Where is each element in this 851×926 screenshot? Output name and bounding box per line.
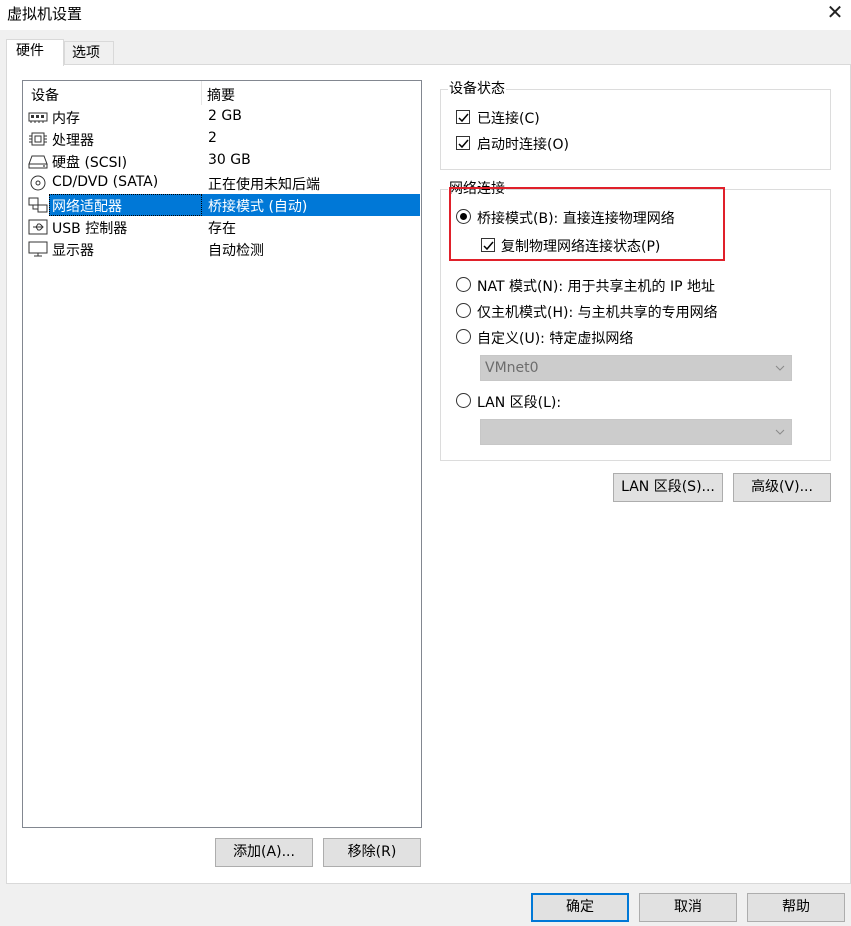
window-title: 虚拟机设置 [7,5,83,23]
device-summary: 桥接模式 (自动) [208,199,308,215]
device-status-group [440,89,831,170]
host-only-label[interactable]: 仅主机模式(H): 与主机共享的专用网络 [477,302,718,322]
lan-segment-radio[interactable] [456,393,471,408]
connect-at-power-on-checkbox[interactable] [456,136,470,150]
device-row-hard-disk[interactable]: 硬盘 (SCSI) 30 GB [24,150,420,172]
lan-segment-label[interactable]: LAN 区段(L): [477,392,561,412]
radio-dot [460,213,467,220]
device-name: 显示器 [52,243,94,259]
tab-hardware[interactable]: 硬件 [6,39,64,66]
bridged-radio[interactable] [456,209,471,224]
replicate-state-label[interactable]: 复制物理网络连接状态(P) [501,236,660,256]
host-only-radio[interactable] [456,303,471,318]
device-summary: 存在 [208,221,236,237]
ok-button[interactable]: 确定 [531,893,629,922]
nat-radio[interactable] [456,277,471,292]
checkmark-icon [483,241,494,251]
cancel-button[interactable]: 取消 [639,893,737,922]
advanced-button[interactable]: 高级(V)... [733,473,831,502]
nat-label[interactable]: NAT 模式(N): 用于共享主机的 IP 地址 [477,276,715,296]
usb-icon [28,219,48,235]
custom-radio[interactable] [456,329,471,344]
device-row-processor[interactable]: 处理器 2 [24,128,420,150]
display-icon [28,241,48,257]
hard-disk-icon [28,153,48,169]
custom-network-select[interactable]: VMnet0 [480,355,792,381]
device-row-usb[interactable]: USB 控制器 存在 [24,216,420,238]
device-summary: 2 [208,130,217,146]
chevron-down-icon [775,365,785,371]
help-button[interactable]: 帮助 [747,893,845,922]
remove-device-button[interactable]: 移除(R) [323,838,421,867]
bridged-label[interactable]: 桥接模式(B): 直接连接物理网络 [477,208,675,228]
replicate-state-checkbox[interactable] [481,238,495,252]
lan-segment-select[interactable] [480,419,792,445]
checkmark-icon [458,113,469,123]
device-row-display[interactable]: 显示器 自动检测 [24,238,420,260]
device-name: 内存 [52,111,80,127]
cd-dvd-icon [28,175,48,191]
column-header-device[interactable]: 设备 [31,85,59,105]
add-device-button[interactable]: 添加(A)... [215,838,313,867]
connected-label[interactable]: 已连接(C) [477,108,540,128]
connected-checkbox[interactable] [456,110,470,124]
device-summary: 自动检测 [208,243,264,259]
device-name: CD/DVD (SATA) [52,174,159,190]
memory-icon [28,109,48,125]
custom-network-value: VMnet0 [485,360,539,376]
tab-options[interactable]: 选项 [64,41,114,65]
device-summary: 2 GB [208,108,242,124]
device-summary: 正在使用未知后端 [208,177,320,193]
device-row-network-adapter[interactable]: 网络适配器 桥接模式 (自动) [24,194,420,216]
device-row-memory[interactable]: 内存 2 GB [24,106,420,128]
device-name: 处理器 [52,133,94,149]
network-adapter-icon [28,197,48,213]
device-list[interactable]: 设备 摘要 内存 2 GB 处理器 2 硬盘 (SCSI) 30 GB CD/D… [22,80,422,828]
checkmark-icon [458,139,469,149]
connect-at-power-on-label[interactable]: 启动时连接(O) [477,134,569,154]
device-summary: 30 GB [208,152,251,168]
column-divider[interactable] [201,81,202,105]
device-name: 网络适配器 [52,199,122,215]
lan-segments-button[interactable]: LAN 区段(S)... [613,473,723,502]
device-status-title: 设备状态 [448,81,506,97]
processor-icon [28,131,48,147]
custom-label[interactable]: 自定义(U): 特定虚拟网络 [477,328,633,348]
chevron-down-icon [775,429,785,435]
device-row-cd-dvd[interactable]: CD/DVD (SATA) 正在使用未知后端 [24,172,420,194]
close-icon[interactable]: ✕ [824,0,846,24]
device-name: 硬盘 (SCSI) [52,155,128,171]
device-list-header: 设备 摘要 [23,81,421,105]
column-header-summary[interactable]: 摘要 [207,85,235,105]
device-name: USB 控制器 [52,221,128,237]
